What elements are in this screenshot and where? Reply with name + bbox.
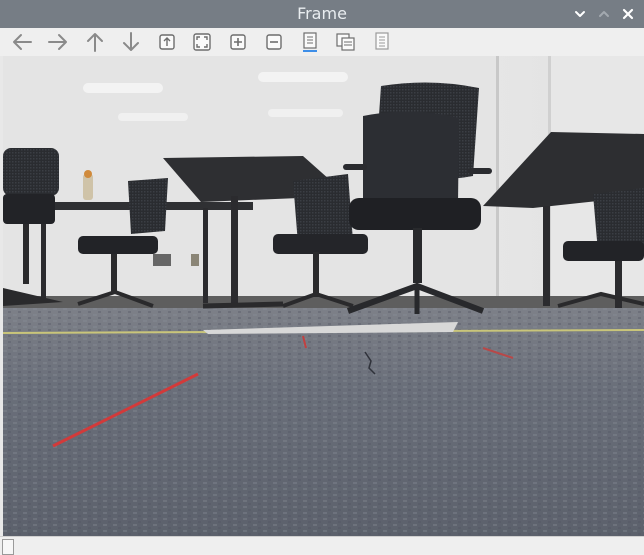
title-bar: Frame	[0, 0, 644, 28]
fit-page-button[interactable]	[154, 30, 180, 54]
zoom-out-button[interactable]	[261, 30, 287, 54]
arrow-down-icon	[123, 32, 139, 51]
zoom-out-icon	[266, 34, 282, 50]
zoom-in-button[interactable]	[225, 30, 251, 54]
zoom-fit-button[interactable]	[189, 30, 215, 54]
forward-button[interactable]	[45, 30, 71, 54]
multi-page-button[interactable]	[333, 30, 359, 54]
fit-page-icon	[159, 34, 175, 50]
maximize-button[interactable]	[594, 4, 614, 24]
page-list-icon	[375, 32, 389, 50]
back-button[interactable]	[9, 30, 35, 54]
down-button[interactable]	[118, 30, 144, 54]
chevron-down-icon	[575, 11, 585, 17]
chevron-up-icon	[599, 11, 609, 17]
multi-page-icon	[336, 33, 355, 51]
camera-frame-image	[3, 56, 644, 536]
single-page-icon	[303, 32, 317, 52]
up-button[interactable]	[82, 30, 108, 54]
window-title: Frame	[297, 4, 347, 23]
image-viewport[interactable]	[3, 56, 644, 536]
minimize-button[interactable]	[570, 4, 590, 24]
single-page-button[interactable]	[297, 30, 323, 54]
arrow-up-icon	[87, 33, 103, 52]
close-button[interactable]	[618, 4, 638, 24]
zoom-in-icon	[230, 34, 246, 50]
close-icon	[622, 8, 634, 20]
arrow-right-icon	[48, 34, 67, 50]
toolbar	[0, 28, 644, 56]
arrow-left-icon	[13, 34, 32, 50]
page-list-button[interactable]	[369, 30, 395, 54]
status-bar	[0, 536, 644, 555]
zoom-fit-icon	[193, 33, 211, 51]
